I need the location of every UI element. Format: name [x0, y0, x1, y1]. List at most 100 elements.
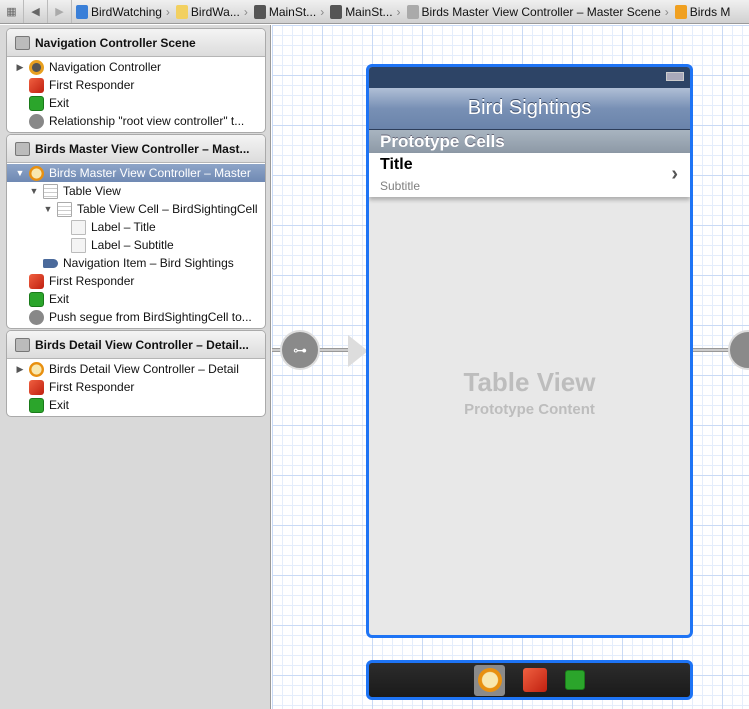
navigation-bar[interactable]: Bird Sightings	[369, 88, 690, 130]
breadcrumb-label: BirdWa...	[190, 4, 240, 19]
disclosure-triangle-icon[interactable]: ▼	[15, 168, 25, 178]
breadcrumb-item[interactable]: MainSt...	[326, 4, 394, 19]
scene-panel: Navigation Controller Scene ▶ Navigation C…	[6, 28, 266, 133]
segue-icon	[29, 113, 44, 129]
scene-title: Navigation Controller Scene	[35, 35, 196, 50]
first-responder-icon[interactable]	[523, 668, 547, 692]
view-controller-icon	[674, 4, 687, 19]
scene-header[interactable]: Birds Master View Controller – Mast...	[7, 135, 265, 163]
storyboard-icon	[253, 4, 266, 19]
table-view-placeholder: Table View Prototype Content	[369, 367, 690, 418]
outline-item[interactable]: First Responder	[7, 272, 265, 290]
table-view-cell-icon	[57, 201, 72, 217]
outline-item-label: Birds Master View Controller – Master	[49, 166, 251, 180]
scene-header[interactable]: Birds Detail View Controller – Detail...	[7, 331, 265, 359]
label-icon	[71, 237, 86, 253]
outline-item-label: First Responder	[49, 274, 135, 288]
outline-item[interactable]: ▼ Table View Cell – BirdSightingCell	[7, 200, 265, 218]
breadcrumb-separator-icon: ›	[320, 4, 325, 19]
view-controller-icon	[29, 361, 44, 377]
outline-item[interactable]: ▶ Birds Detail View Controller – Detail	[7, 360, 265, 378]
disclosure-triangle-icon[interactable]: ▶	[15, 364, 25, 375]
breadcrumb-item[interactable]: Birds Master View Controller – Master Sc…	[403, 4, 663, 19]
scene-panel: Birds Detail View Controller – Detail...…	[6, 330, 266, 417]
outline-item-label: Navigation Item – Bird Sightings	[63, 256, 234, 270]
outline-item[interactable]: ▶ Navigation Controller	[7, 58, 265, 76]
exit-icon[interactable]	[565, 670, 585, 690]
outline-item-label: Table View	[63, 184, 121, 198]
exit-icon	[29, 291, 44, 307]
table-view-title: Table View	[463, 367, 596, 397]
scene-icon	[15, 35, 30, 50]
breadcrumb-separator-icon: ›	[664, 4, 669, 19]
exit-icon	[29, 95, 44, 111]
breadcrumb-label: Birds M	[689, 4, 731, 19]
breadcrumb-item[interactable]: Birds M	[671, 4, 733, 19]
forward-button[interactable]: ▶	[48, 0, 72, 23]
outline-item[interactable]: Exit	[7, 94, 265, 112]
storyboard-icon	[330, 4, 343, 19]
master-view-controller-scene[interactable]: Bird Sightings Prototype Cells Title Sub…	[366, 64, 693, 638]
scene-title: Birds Detail View Controller – Detail...	[35, 337, 249, 352]
section-header: Prototype Cells	[369, 130, 690, 153]
outline-item-label: First Responder	[49, 380, 135, 394]
outline-item[interactable]: First Responder	[7, 76, 265, 94]
outline-item-label: Birds Detail View Controller – Detail	[49, 362, 239, 376]
segue-line-out	[693, 348, 733, 352]
disclosure-triangle-icon[interactable]: ▼	[29, 186, 39, 196]
scene-header[interactable]: Navigation Controller Scene	[7, 29, 265, 57]
table-view-subtitle: Prototype Content	[464, 401, 595, 418]
related-items-icon[interactable]: ▦	[0, 0, 24, 23]
scene-icon	[15, 141, 30, 156]
breadcrumb-separator-icon: ›	[165, 4, 170, 19]
scene-dock	[366, 660, 693, 700]
outline-item-label: Exit	[49, 292, 70, 306]
first-responder-icon	[29, 379, 44, 395]
scene-panel: Birds Master View Controller – Mast... ▼ B…	[6, 134, 266, 329]
outline-item-label: Push segue from BirdSightingCell to...	[49, 310, 252, 324]
outline-item[interactable]: Label – Title	[7, 218, 265, 236]
segue-icon	[29, 309, 44, 325]
scene-title: Birds Master View Controller – Mast...	[35, 141, 250, 156]
outline-item[interactable]: Exit	[7, 396, 265, 414]
outline-item-label: Table View Cell – BirdSightingCell	[77, 202, 258, 216]
relationship-segue-icon[interactable]: ⊶	[280, 330, 320, 370]
first-responder-icon	[29, 77, 44, 93]
navigation-controller-icon	[29, 59, 44, 75]
outline-item[interactable]: ▼ Birds Master View Controller – Master	[7, 164, 265, 182]
breadcrumb-label: MainSt...	[268, 4, 317, 19]
project-icon	[76, 4, 88, 19]
cell-title-label[interactable]: Title	[380, 156, 413, 174]
outline-item[interactable]: Navigation Item – Bird Sightings	[7, 254, 265, 272]
prototype-cell[interactable]: Title Subtitle ›	[369, 153, 690, 197]
table-view-icon	[43, 183, 58, 199]
folder-icon	[175, 4, 188, 19]
jump-bar: ▦ ◀ ▶ BirdWatching › BirdWa... › MainSt... › M…	[0, 0, 749, 24]
outline-item[interactable]: ▼ Table View	[7, 182, 265, 200]
breadcrumb-item[interactable]: BirdWatching	[72, 4, 164, 19]
breadcrumb-label: BirdWatching	[91, 4, 162, 19]
outline-item-label: Navigation Controller	[49, 60, 162, 74]
exit-icon	[29, 397, 44, 413]
view-controller-dock-button[interactable]	[474, 664, 505, 696]
push-segue-icon[interactable]	[728, 330, 749, 370]
breadcrumb-item[interactable]: MainSt...	[250, 4, 318, 19]
disclosure-triangle-icon[interactable]: ▼	[43, 204, 53, 214]
outline-item[interactable]: Relationship "root view controller" t...	[7, 112, 265, 130]
scene-icon	[15, 337, 30, 352]
outline-item[interactable]: Label – Subtitle	[7, 236, 265, 254]
outline-item-label: Exit	[49, 96, 70, 110]
disclosure-chevron-icon: ›	[671, 163, 678, 185]
navigation-item-icon	[43, 258, 58, 268]
label-icon	[71, 219, 86, 235]
breadcrumb-separator-icon: ›	[396, 4, 401, 19]
back-button[interactable]: ◀	[24, 0, 48, 23]
cell-subtitle-label[interactable]: Subtitle	[380, 179, 420, 193]
outline-item-label: Label – Subtitle	[91, 238, 174, 252]
outline-item[interactable]: Push segue from BirdSightingCell to...	[7, 308, 265, 326]
outline-item[interactable]: First Responder	[7, 378, 265, 396]
battery-icon	[666, 72, 684, 81]
outline-item[interactable]: Exit	[7, 290, 265, 308]
disclosure-triangle-icon[interactable]: ▶	[15, 62, 25, 73]
breadcrumb-item[interactable]: BirdWa...	[172, 4, 242, 19]
